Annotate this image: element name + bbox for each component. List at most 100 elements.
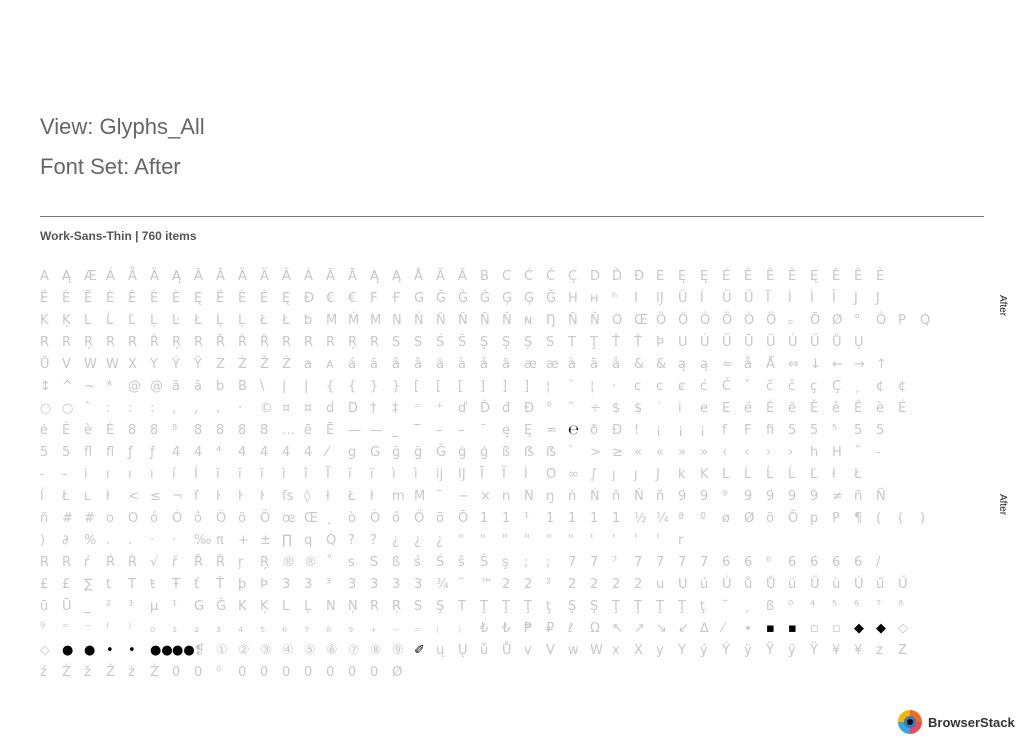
glyph: 8	[238, 423, 247, 438]
browserstack-icon	[898, 710, 922, 734]
glyph: p	[810, 511, 819, 526]
glyph: ↘	[656, 621, 667, 636]
glyph: ģ	[480, 445, 489, 460]
glyph: ⁰	[788, 599, 794, 614]
glyph: E	[656, 269, 665, 284]
glyph: ű	[876, 577, 885, 592]
glyph: r	[678, 533, 684, 548]
glyph: V	[62, 357, 71, 372]
glyph: Ā	[348, 269, 357, 284]
glyph: 0	[194, 665, 203, 680]
glyph: Ď	[480, 401, 491, 416]
glyph: Ŀ	[172, 313, 180, 328]
glyph: Ď	[612, 269, 623, 284]
glyph: ∂	[62, 533, 69, 548]
glyph: È	[172, 291, 181, 306]
glyph: n	[502, 489, 511, 504]
glyph: ⑨	[392, 643, 404, 658]
glyph: IJ	[656, 291, 664, 306]
glyph: ⁼	[414, 401, 421, 416]
glyph: L	[722, 467, 730, 482]
glyph: ←	[832, 357, 843, 372]
glyph: Ů	[502, 643, 512, 658]
glyph: Ö	[656, 313, 667, 328]
glyph: {	[326, 379, 335, 394]
glyph: Ĺ	[106, 313, 114, 328]
glyph: 0	[282, 665, 291, 680]
glyph: ¤	[304, 401, 313, 416]
glyph: Ñ	[480, 313, 490, 328]
glyph: Ş	[502, 335, 511, 350]
glyph: ç	[810, 379, 818, 394]
glyph-row: ñ # # o Oó Óô Ôö Öœ Œ ˛ ò Òő Őō Ō 1 1 ¹ 1 1 1 1 ½ ¼ ª º ø Øõ Õp P ¶((…	[40, 508, 960, 530]
view-title: View: Glyphs_All	[40, 114, 205, 139]
glyph: )	[920, 511, 926, 526]
glyph: X	[634, 643, 643, 658]
glyph: ɴ	[524, 313, 533, 328]
glyph: —	[348, 423, 361, 438]
glyph: 7	[678, 555, 687, 570]
glyph: π	[216, 533, 224, 548]
glyph: ĭ	[216, 467, 220, 482]
glyph: ≥	[612, 445, 623, 460]
glyph: Z	[216, 357, 225, 372]
glyph: O	[612, 313, 623, 328]
glyph: Õ	[788, 511, 799, 526]
glyph: ∙	[744, 621, 753, 636]
glyph: {	[348, 379, 357, 394]
glyph: o	[106, 511, 114, 526]
glyph: ň	[612, 489, 621, 504]
glyph: ˚	[326, 555, 333, 570]
glyph: Ì	[788, 291, 792, 306]
glyph: Ż	[150, 665, 159, 680]
glyph: ¹	[172, 599, 178, 614]
glyph: Ţ	[502, 599, 510, 614]
glyph: Ê	[854, 401, 863, 416]
glyph: s	[348, 555, 355, 570]
glyph: w	[568, 643, 579, 658]
glyph: Ĺ	[788, 467, 796, 482]
glyph: à	[568, 357, 576, 372]
glyph: ●●	[150, 643, 173, 658]
glyph: V	[546, 643, 555, 658]
glyph: ě	[788, 401, 796, 416]
glyph: ‾	[414, 423, 421, 438]
glyph: G	[414, 291, 425, 306]
glyph: Ŕ	[106, 555, 116, 570]
glyph: Ţ	[524, 599, 532, 614]
glyph: ‡	[392, 401, 399, 416]
glyph: ŧ	[150, 577, 156, 592]
glyph: Ä	[260, 269, 269, 284]
glyph: ∏	[282, 533, 292, 548]
glyph: Ÿ	[766, 643, 774, 658]
glyph: ]	[480, 379, 486, 394]
glyph: t	[106, 577, 112, 592]
glyph: Ã	[436, 269, 445, 284]
glyph: Ţ	[678, 599, 686, 614]
glyph: ,	[172, 401, 177, 416]
glyph: Ź	[62, 665, 71, 680]
glyph: ⁰	[216, 665, 222, 680]
glyph: ○	[62, 401, 74, 416]
glyph: Ŕ	[128, 555, 138, 570]
glyph: Ų	[458, 643, 468, 658]
glyph: ●●	[172, 643, 195, 658]
glyph: ė	[40, 423, 48, 438]
glyph: =	[546, 423, 557, 438]
glyph: 7	[700, 555, 709, 570]
glyph: Ē	[84, 291, 93, 306]
glyph: ↕	[40, 379, 51, 394]
glyph: ❡	[194, 643, 205, 658]
glyph: ◆	[854, 621, 864, 636]
glyph: ]	[524, 379, 530, 394]
glyph: ⁵	[832, 599, 838, 614]
glyph: ē	[304, 423, 312, 438]
glyph: å	[744, 357, 752, 372]
glyph: v	[524, 643, 532, 658]
glyph: ˜	[568, 401, 575, 416]
glyph: ś	[414, 555, 421, 570]
glyph: ℓ	[568, 621, 574, 636]
glyph: Í	[194, 467, 198, 482]
glyph: Ä	[150, 269, 159, 284]
glyph: ğ	[392, 445, 401, 460]
